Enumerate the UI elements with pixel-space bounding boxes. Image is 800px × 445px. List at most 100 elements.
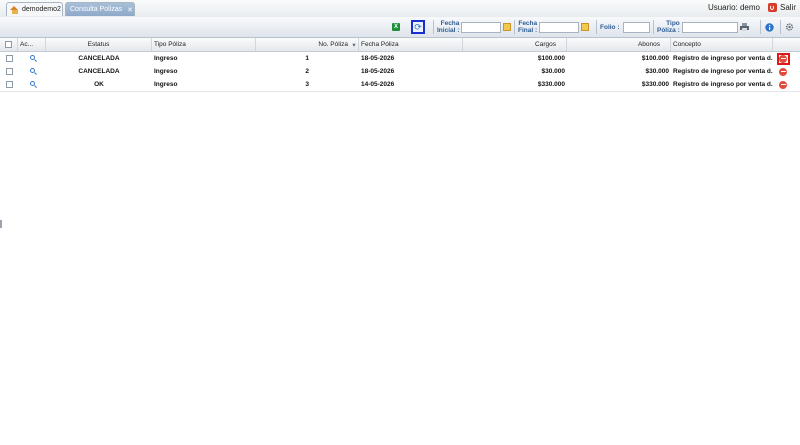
table-row[interactable]: OK Ingreso 3 14-05-2026 $330.000 $330.00…	[0, 78, 800, 92]
tipo-poliza-label-line1: Tipo	[666, 20, 680, 27]
calendar-icon[interactable]	[581, 23, 590, 31]
tab-consulta-polizas-label: Consulta Polizas	[70, 6, 123, 13]
cell-abonos: $100.000	[641, 55, 669, 62]
cell-estatus: CANCELADA	[78, 68, 120, 75]
separator	[780, 20, 781, 34]
excel-icon: X	[392, 23, 400, 31]
cell-concepto: Registro de ingreso por venta d...	[673, 81, 773, 88]
refresh-button[interactable]: ⟳	[411, 17, 425, 37]
magnifier-icon	[29, 55, 37, 62]
fecha-final-label-line2: Final :	[518, 27, 538, 34]
cell-estatus: CANCELADA	[78, 55, 120, 62]
table-row[interactable]: CANCELADA Ingreso 1 18-05-2026 $100.000 …	[0, 52, 800, 66]
cell-fecha-poliza: 18-05-2026	[361, 55, 395, 62]
tab-consulta-polizas[interactable]: Consulta Polizas ✕	[65, 2, 135, 16]
user-label: Usuario: demo	[707, 3, 760, 12]
print-button[interactable]	[740, 17, 749, 37]
fecha-final-label-line1: Fecha	[518, 20, 538, 27]
delete-icon	[779, 80, 787, 89]
tipo-poliza-label-line2: Póliza :	[657, 27, 680, 34]
filter-toolbar: X ⟳ Fecha Inicial : Fecha Final : Folio …	[0, 17, 800, 38]
column-header-delete	[773, 38, 800, 51]
tab-bar: demodemo2 Consulta Polizas ✕ Usuario: de…	[0, 0, 800, 18]
cell-cargos: $100.000	[537, 55, 565, 62]
exit-link[interactable]: Salir	[780, 3, 796, 12]
view-button[interactable]	[26, 52, 40, 65]
refresh-icon: ⟳	[411, 20, 425, 34]
settings-button[interactable]	[785, 17, 794, 37]
select-all-checkbox[interactable]	[5, 41, 12, 48]
row-select-cell	[0, 52, 18, 65]
cell-estatus: OK	[94, 81, 104, 88]
separator	[433, 20, 434, 34]
tipo-poliza-label: Tipo Póliza :	[657, 20, 680, 34]
tab-home-label: demodemo2	[22, 6, 61, 13]
cell-tipo-poliza: Ingreso	[154, 68, 178, 75]
column-header-cargos[interactable]: Cargos	[463, 38, 567, 51]
separator	[653, 20, 654, 34]
table-row[interactable]: CANCELADA Ingreso 2 18-05-2026 $30.000 $…	[0, 65, 800, 79]
delete-button[interactable]	[774, 78, 792, 91]
fecha-final-input[interactable]	[539, 21, 580, 33]
fecha-inicial-label-line1: Fecha	[440, 20, 460, 27]
row-checkbox[interactable]	[5, 68, 13, 75]
column-header-fecha-poliza[interactable]: Fecha Póliza	[359, 38, 463, 51]
column-header-acciones[interactable]: Ac...	[18, 38, 46, 51]
print-icon	[740, 23, 749, 32]
column-header-concepto[interactable]: Concepto	[671, 38, 773, 51]
column-header-abonos[interactable]: Abonos	[567, 38, 671, 51]
row-checkbox[interactable]	[5, 55, 13, 62]
cell-no-poliza: 3	[305, 81, 309, 88]
row-checkbox[interactable]	[5, 81, 13, 88]
fecha-final-label: Fecha Final :	[518, 20, 537, 34]
cell-cargos: $330.000	[537, 81, 565, 88]
cell-cargos: $30.000	[541, 68, 566, 75]
cell-fecha-poliza: 18-05-2026	[361, 68, 395, 75]
delete-icon	[779, 54, 787, 63]
delete-button[interactable]	[774, 65, 792, 78]
tab-home[interactable]: demodemo2	[6, 2, 63, 16]
tipo-poliza-input[interactable]	[681, 21, 738, 33]
separator	[760, 20, 761, 34]
close-tab-icon[interactable]: ✕	[127, 6, 133, 14]
delete-highlight	[776, 52, 790, 65]
view-button[interactable]	[26, 65, 40, 78]
cell-concepto: Registro de ingreso por venta d...	[673, 55, 773, 62]
fecha-inicial-label: Fecha Inicial :	[437, 20, 459, 34]
user-area: Usuario: demo Salir	[708, 3, 796, 12]
cell-tipo-poliza: Ingreso	[154, 81, 178, 88]
delete-icon	[779, 67, 787, 76]
separator	[514, 20, 515, 34]
home-icon	[10, 5, 19, 14]
magnifier-icon	[29, 81, 37, 88]
sort-indicator-icon: ▾	[352, 41, 356, 49]
gear-icon	[785, 23, 794, 32]
delete-button[interactable]	[774, 52, 792, 65]
column-header-tipo-poliza[interactable]: Tipo Póliza	[152, 38, 256, 51]
info-button[interactable]	[765, 17, 774, 37]
cell-abonos: $30.000	[645, 68, 670, 75]
fecha-inicial-label-line2: Inicial :	[437, 27, 460, 34]
view-button[interactable]	[26, 78, 40, 91]
grid-header: Ac... Estatus Tipo Póliza No. Póliza ▾ F…	[0, 38, 800, 52]
cell-abonos: $330.000	[641, 81, 669, 88]
cell-concepto: Registro de ingreso por venta d...	[673, 68, 773, 75]
exit-icon[interactable]	[767, 3, 777, 12]
resize-handle[interactable]	[0, 220, 2, 228]
separator	[596, 20, 597, 34]
no-poliza-header-label: No. Póliza	[318, 41, 348, 48]
fecha-inicial-input[interactable]	[461, 21, 502, 33]
cell-no-poliza: 2	[305, 68, 309, 75]
row-select-cell	[0, 65, 18, 78]
select-all-cell	[0, 38, 18, 51]
cell-fecha-poliza: 14-05-2026	[361, 81, 395, 88]
folio-label: Folio :	[600, 23, 620, 31]
cell-no-poliza: 1	[305, 55, 309, 62]
export-excel-button[interactable]: X	[392, 17, 400, 37]
column-header-estatus[interactable]: Estatus	[46, 38, 152, 51]
info-icon	[765, 22, 774, 32]
cell-tipo-poliza: Ingreso	[154, 55, 178, 62]
column-header-no-poliza[interactable]: No. Póliza	[256, 38, 359, 51]
folio-input[interactable]	[622, 21, 650, 33]
row-select-cell	[0, 78, 18, 91]
